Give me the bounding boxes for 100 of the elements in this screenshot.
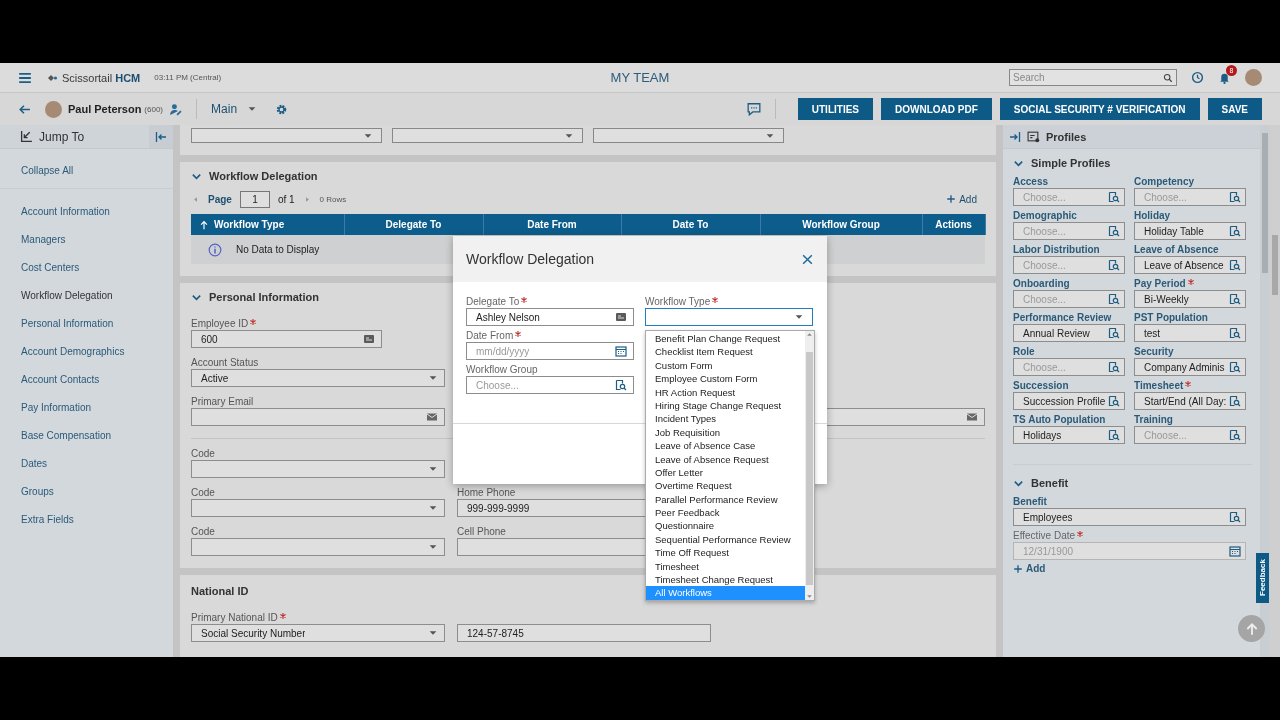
select-field[interactable] xyxy=(191,499,445,517)
field-label: Labor Distribution xyxy=(1013,244,1100,255)
toolbar-button[interactable]: SOCIAL SECURITY # VERIFICATION xyxy=(999,98,1200,120)
toolbar-button[interactable]: UTILITIES xyxy=(797,98,873,120)
field-label: PST Population xyxy=(1134,312,1208,323)
sidebar-item[interactable]: Dates xyxy=(0,458,173,486)
select-field[interactable]: Active xyxy=(191,369,445,387)
employee-name[interactable]: Paul Peterson xyxy=(68,103,142,115)
lookup-field[interactable]: Holidays xyxy=(1013,426,1125,444)
dropdown-option[interactable]: Overtime Request xyxy=(646,479,805,493)
column-header[interactable]: Workflow Group xyxy=(760,214,922,235)
scrollbar[interactable] xyxy=(805,331,814,600)
sidebar-item[interactable]: Pay Information xyxy=(0,402,173,430)
sidebar-item[interactable]: Base Compensation xyxy=(0,430,173,458)
column-header[interactable]: Actions xyxy=(922,214,985,235)
field-label: Timesheet xyxy=(1134,380,1184,391)
dropdown-option[interactable]: HR Action Request xyxy=(646,385,805,399)
lookup-field[interactable]: Annual Review xyxy=(1013,324,1125,342)
close-button[interactable] xyxy=(801,252,814,266)
lookup-icon xyxy=(1108,259,1120,271)
lookup-icon xyxy=(1229,191,1241,203)
feedback-tab[interactable]: Feedback xyxy=(1256,553,1269,603)
lookup-field[interactable]: Succession Profile xyxy=(1013,392,1125,410)
page-input[interactable]: 1 xyxy=(239,190,270,208)
section-title: National ID xyxy=(191,585,249,597)
collapse-all-link[interactable]: Collapse All xyxy=(0,149,173,188)
field-label: Competency xyxy=(1134,176,1194,187)
dropdown-option[interactable]: Benefit Plan Change Request xyxy=(646,332,805,346)
avatar[interactable] xyxy=(1245,69,1262,86)
lookup-field[interactable]: Bi-Weekly xyxy=(1134,290,1246,308)
sidebar-item[interactable]: Account Information xyxy=(0,206,173,234)
field-label: Workflow Type xyxy=(645,296,711,307)
id-field[interactable]: Ashley Nelson xyxy=(466,308,634,326)
select-field[interactable] xyxy=(191,128,382,143)
dropdown-option[interactable]: Hiring Stage Change Request xyxy=(646,398,805,413)
email-field[interactable] xyxy=(191,408,445,426)
field-label: Demographic xyxy=(1013,210,1077,221)
dropdown-option[interactable]: Time Off Request xyxy=(646,546,805,560)
dropdown-option[interactable]: Leave of Absence Case xyxy=(646,439,805,453)
section-title: Personal Information xyxy=(209,291,320,303)
dropdown-option[interactable]: Employee Custom Form xyxy=(646,372,805,386)
plus-icon xyxy=(1013,563,1023,574)
column-header[interactable]: Delegate To xyxy=(344,214,483,235)
scroll-up-icon xyxy=(806,331,813,338)
add-link[interactable]: Add xyxy=(1013,563,1252,574)
select-field[interactable] xyxy=(392,128,583,143)
collapse-panel-button[interactable] xyxy=(149,125,173,148)
sidebar-item[interactable]: Account Contacts xyxy=(0,374,173,402)
dropdown-option[interactable]: Custom Form xyxy=(646,358,805,373)
column-header[interactable]: Workflow Type xyxy=(191,214,344,235)
required-icon xyxy=(1077,531,1084,537)
scrollbar[interactable] xyxy=(1260,125,1270,657)
select-field[interactable] xyxy=(191,460,445,478)
select-field[interactable] xyxy=(645,308,813,326)
dropdown-option[interactable]: Sequential Performance Review xyxy=(646,532,805,547)
sidebar-item[interactable]: Groups xyxy=(0,486,173,514)
select-field[interactable] xyxy=(191,538,445,556)
gear-icon xyxy=(275,102,289,116)
person-edit-icon xyxy=(169,102,183,116)
select-field[interactable] xyxy=(593,128,784,143)
chat-icon xyxy=(746,102,761,116)
sidebar-item[interactable]: Personal Information xyxy=(0,318,173,346)
lookup-icon xyxy=(1229,429,1241,441)
field-label: Onboarding xyxy=(1013,278,1070,289)
dropdown-option[interactable]: Timesheet Change Request xyxy=(646,573,805,587)
lookup-icon xyxy=(1229,293,1241,305)
add-link[interactable]: Add xyxy=(946,193,977,205)
view-selector[interactable]: Main xyxy=(211,102,238,116)
toolbar-button[interactable]: SAVE xyxy=(1207,98,1262,120)
text-field[interactable]: 124-57-8745 xyxy=(457,624,711,642)
select-field[interactable]: Social Security Number xyxy=(191,624,445,642)
sidebar-item[interactable]: Extra Fields xyxy=(0,514,173,542)
jump-icon xyxy=(20,130,33,143)
column-header[interactable]: Date From xyxy=(483,214,621,235)
sidebar-item[interactable]: Workflow Delegation xyxy=(0,290,173,318)
scrollbar[interactable] xyxy=(1270,125,1280,657)
lookup-field[interactable]: Employees xyxy=(1013,508,1246,526)
lookup-field[interactable]: Holiday Table xyxy=(1134,222,1246,240)
up-arrow-icon xyxy=(1244,621,1259,636)
dropdown-option[interactable]: Questionnaire xyxy=(646,519,805,533)
lookup-icon xyxy=(1108,293,1120,305)
lookup-field[interactable]: Company Adminis xyxy=(1134,358,1246,376)
field-label: Holiday xyxy=(1134,210,1171,221)
dropdown-option[interactable]: Checklist Item Request xyxy=(646,345,805,359)
sidebar-item[interactable]: Account Demographics xyxy=(0,346,173,374)
lookup-field[interactable]: Start/End (All Day: xyxy=(1134,392,1246,410)
dropdown-option[interactable]: Incident Types xyxy=(646,412,805,426)
toolbar-button[interactable]: DOWNLOAD PDF xyxy=(881,98,992,120)
dropdown-option[interactable]: Job Requisition xyxy=(646,425,805,440)
id-field[interactable]: 600 xyxy=(191,330,382,348)
dropdown-option[interactable]: Leave of Absence Request xyxy=(646,452,805,466)
sidebar-item[interactable]: Managers xyxy=(0,234,173,262)
lookup-field[interactable]: test xyxy=(1134,324,1246,342)
lookup-field[interactable]: Leave of Absence xyxy=(1134,256,1246,274)
page-count: of 1 xyxy=(277,193,295,205)
panel-title: Profiles xyxy=(1046,130,1087,143)
sidebar-item[interactable]: Cost Centers xyxy=(0,262,173,290)
column-header[interactable]: Date To xyxy=(621,214,760,235)
dropdown-option[interactable]: Offer Letter xyxy=(646,465,805,480)
dropdown-option[interactable]: Timesheet xyxy=(646,559,805,574)
